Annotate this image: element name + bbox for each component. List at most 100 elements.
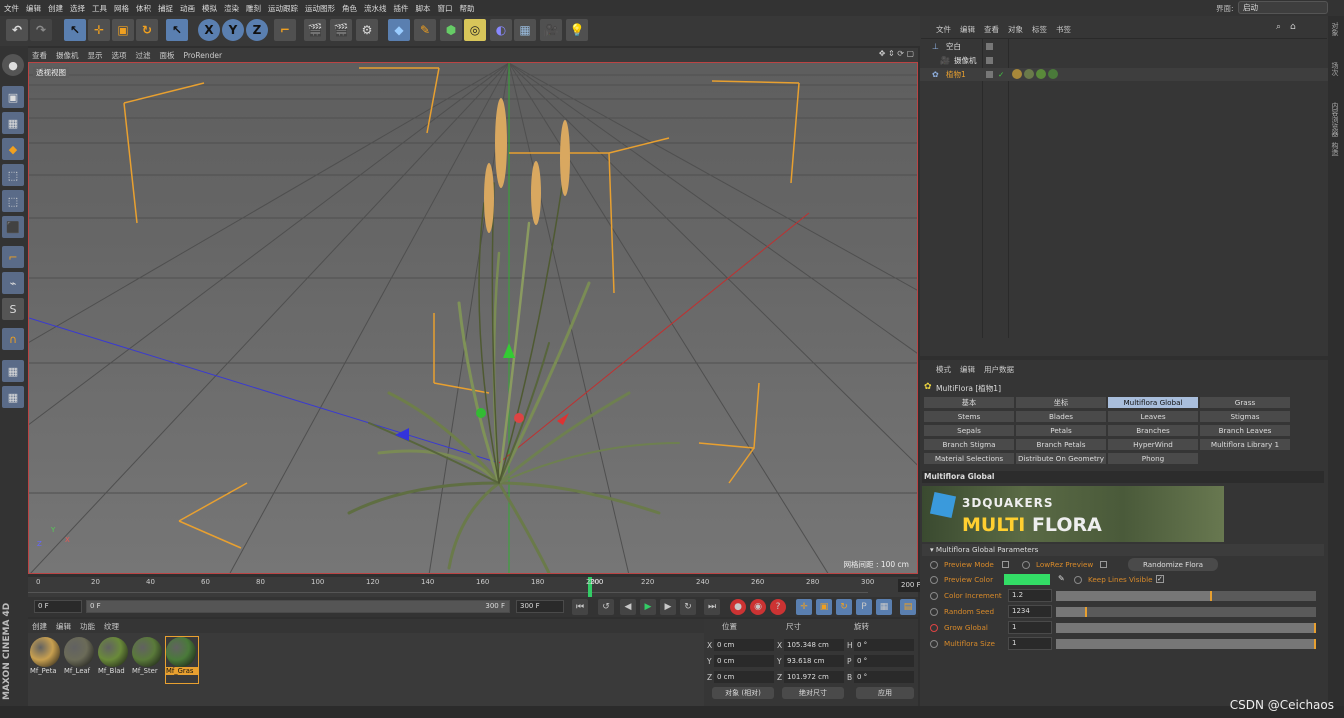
menu-item[interactable]: 雕刻: [246, 3, 261, 14]
attribute-tab[interactable]: 坐标: [1015, 396, 1107, 409]
attribute-tab[interactable]: Branch Stigma: [923, 438, 1015, 451]
next-key-icon[interactable]: ↻: [680, 599, 696, 615]
subdivision-icon[interactable]: ⬢: [440, 19, 462, 41]
viewport-menu-item[interactable]: 过滤: [136, 50, 151, 61]
light-icon[interactable]: 💡: [566, 19, 588, 41]
attribute-tab[interactable]: Branch Leaves: [1199, 424, 1291, 437]
deformer-icon[interactable]: ◐: [490, 19, 512, 41]
object-menu-item[interactable]: 标签: [1032, 24, 1047, 35]
attribute-tab[interactable]: 基本: [923, 396, 1015, 409]
start-frame-field[interactable]: 0 F: [34, 600, 82, 613]
render-picture-icon[interactable]: 🎬: [330, 19, 352, 41]
key-position-icon[interactable]: ✛: [796, 599, 812, 615]
tweak-mode-icon[interactable]: ⌁: [2, 272, 24, 294]
points-mode-icon[interactable]: ⬚: [2, 164, 24, 186]
viewport[interactable]: 透视视图 Y Z X 网格间距 : 100 cm: [28, 62, 918, 574]
prev-frame-icon[interactable]: ◀: [620, 599, 636, 615]
attribute-tab[interactable]: HyperWind: [1107, 438, 1199, 451]
object-menu-item[interactable]: 对象: [1008, 24, 1023, 35]
menu-item[interactable]: 窗口: [438, 3, 453, 14]
apply-button[interactable]: 应用: [856, 687, 914, 699]
parameter-field[interactable]: 1234: [1008, 605, 1052, 618]
end-range-field[interactable]: 300 F: [516, 600, 564, 613]
position-field[interactable]: 0 cm: [714, 671, 774, 683]
preview-color-swatch[interactable]: [1004, 574, 1050, 585]
attribute-tab[interactable]: Sepals: [923, 424, 1015, 437]
parameter-field[interactable]: 1: [1008, 637, 1052, 650]
object-menu-item[interactable]: 书签: [1056, 24, 1071, 35]
model-mode-icon[interactable]: ▣: [2, 86, 24, 108]
attribute-tab[interactable]: Petals: [1015, 424, 1107, 437]
menu-item[interactable]: 脚本: [416, 3, 431, 14]
parameter-radio[interactable]: [930, 608, 938, 616]
viewport-menu-item[interactable]: 查看: [32, 50, 47, 61]
size-field[interactable]: 93.618 cm: [784, 655, 844, 667]
parameter-radio[interactable]: [930, 592, 938, 600]
attribute-tab[interactable]: Phong: [1107, 452, 1199, 465]
workplane-grid-icon[interactable]: ▦: [2, 386, 24, 408]
menu-item[interactable]: 网格: [114, 3, 129, 14]
key-rotation-icon[interactable]: ↻: [836, 599, 852, 615]
lowrez-radio[interactable]: [1022, 561, 1030, 569]
menu-item[interactable]: 编辑: [26, 3, 41, 14]
move-icon[interactable]: ✛: [88, 19, 110, 41]
randomize-flora-button[interactable]: Randomize Flora: [1128, 558, 1218, 571]
attribute-menu-item[interactable]: 用户数据: [984, 364, 1014, 375]
material-swatch[interactable]: Mf_Gras: [165, 636, 199, 684]
key-pla-icon[interactable]: ▦: [876, 599, 892, 615]
pen-icon[interactable]: ✎: [414, 19, 436, 41]
parameter-field[interactable]: 1.2: [1008, 589, 1052, 602]
coord-system-icon[interactable]: ⌐: [274, 19, 296, 41]
next-frame-icon[interactable]: ▶: [660, 599, 676, 615]
visibility-toggle[interactable]: [986, 57, 993, 64]
goto-start-icon[interactable]: ⏮: [572, 599, 588, 615]
menu-item[interactable]: 捕捉: [158, 3, 173, 14]
key-parameter-icon[interactable]: P: [856, 599, 872, 615]
menu-item[interactable]: 动画: [180, 3, 195, 14]
material-menu-item[interactable]: 纹理: [104, 621, 119, 632]
goto-end-icon[interactable]: ⏭: [704, 599, 720, 615]
attribute-menu-item[interactable]: 模式: [936, 364, 951, 375]
camera-icon[interactable]: 🎥: [540, 19, 562, 41]
rotation-field[interactable]: 0 °: [854, 639, 914, 651]
menu-item[interactable]: 创建: [48, 3, 63, 14]
attribute-tab[interactable]: Leaves: [1107, 410, 1199, 423]
attribute-tab[interactable]: Stigmas: [1199, 410, 1291, 423]
snap-icon[interactable]: S: [2, 298, 24, 320]
material-tag-icon[interactable]: [1012, 69, 1022, 79]
parameter-slider[interactable]: [1056, 623, 1316, 633]
viewport-menu-item[interactable]: 显示: [88, 50, 103, 61]
record-icon[interactable]: ●: [730, 599, 746, 615]
material-menu-item[interactable]: 创建: [32, 621, 47, 632]
sphere-mode-icon[interactable]: ●: [2, 54, 24, 76]
parameter-radio[interactable]: [930, 640, 938, 648]
parameter-slider[interactable]: [1056, 591, 1316, 601]
texture-mode-icon[interactable]: ▦: [2, 112, 24, 134]
floor-icon[interactable]: ▦: [514, 19, 536, 41]
parameter-slider[interactable]: [1056, 639, 1316, 649]
menu-item[interactable]: 渲染: [224, 3, 239, 14]
polygons-mode-icon[interactable]: ⬛: [2, 216, 24, 238]
object-row[interactable]: 🎥 摄像机: [920, 54, 1328, 67]
timeline-ruler[interactable]: 200 200 F 0 20 40 60 80 100 120 140 160 180 200 220…: [28, 577, 946, 597]
parameter-radio[interactable]: [930, 624, 938, 632]
position-field[interactable]: 0 cm: [714, 639, 774, 651]
menu-item[interactable]: 文件: [4, 3, 19, 14]
menu-item[interactable]: 运动跟踪: [268, 3, 298, 14]
size-field[interactable]: 105.348 cm: [784, 639, 844, 651]
enabled-check-icon[interactable]: ✓: [998, 68, 1004, 81]
parameter-slider[interactable]: [1056, 607, 1316, 617]
menu-item[interactable]: 插件: [394, 3, 409, 14]
magnet-icon[interactable]: ∩: [2, 328, 24, 350]
edges-mode-icon[interactable]: ⬚: [2, 190, 24, 212]
timeline-icon[interactable]: ▤: [900, 599, 916, 615]
x-axis-icon[interactable]: X: [198, 19, 220, 41]
auto-key-icon[interactable]: ◉: [750, 599, 766, 615]
viewport-menu-item[interactable]: 面板: [160, 50, 175, 61]
material-tag-icon[interactable]: [1048, 69, 1058, 79]
material-swatch[interactable]: Mf_Leaf: [64, 637, 96, 683]
material-menu-item[interactable]: 功能: [80, 621, 95, 632]
select-icon[interactable]: ↖: [64, 19, 86, 41]
array-icon[interactable]: ◎: [464, 19, 486, 41]
attribute-menu-item[interactable]: 编辑: [960, 364, 975, 375]
